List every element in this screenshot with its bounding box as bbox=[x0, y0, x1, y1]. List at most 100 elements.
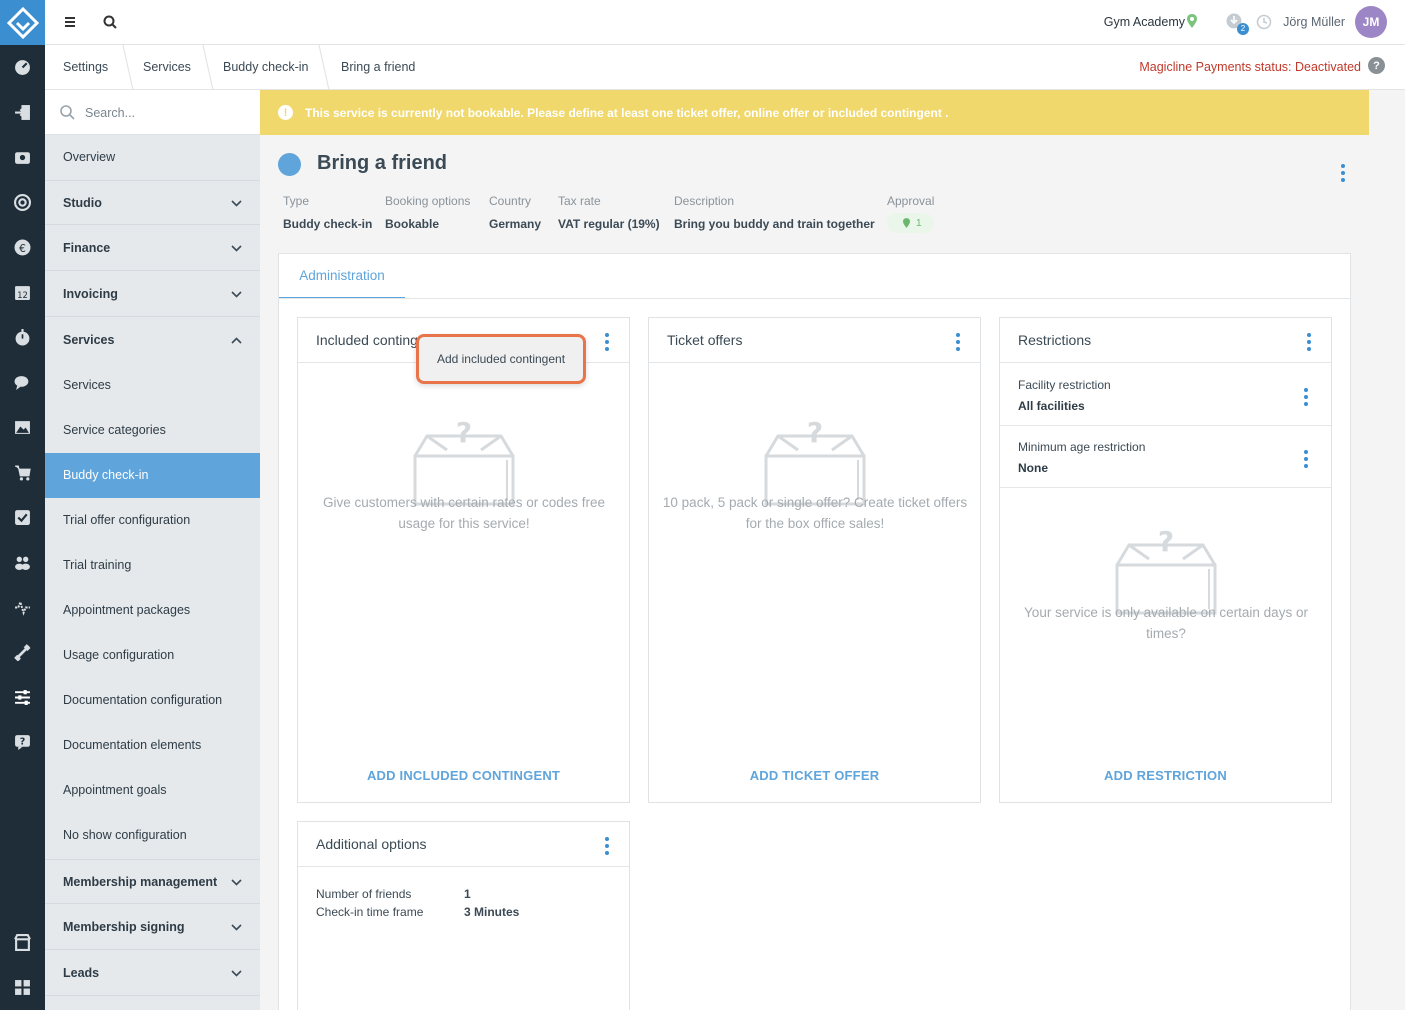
sidebar-section-membership-management[interactable]: Membership management bbox=[45, 859, 260, 904]
sidebar-section-finance[interactable]: Finance bbox=[45, 226, 260, 271]
breadcrumb-buddy-check-in[interactable]: Buddy check-in bbox=[223, 60, 308, 74]
app-icon-rail: € 12 ? bbox=[0, 0, 45, 1010]
meta-type: Type Buddy check-in bbox=[283, 194, 372, 231]
add-included-contingent-menu-item[interactable]: Add included contingent bbox=[416, 334, 586, 384]
sidebar-section-membership-signing[interactable]: Membership signing bbox=[45, 905, 260, 950]
sidebar-item-appointment-goals[interactable]: Appointment goals bbox=[45, 768, 260, 813]
service-color-dot bbox=[278, 153, 301, 176]
chevron-down-icon bbox=[231, 924, 242, 931]
sidebar-search-input[interactable] bbox=[85, 102, 245, 124]
card-header: Restrictions bbox=[1000, 318, 1331, 363]
user-name[interactable]: Jörg Müller bbox=[1283, 15, 1345, 29]
shop-icon[interactable] bbox=[12, 932, 32, 952]
activity-icon[interactable] bbox=[12, 597, 32, 617]
additional-options-more-icon[interactable] bbox=[604, 837, 610, 855]
support-icon[interactable] bbox=[12, 192, 32, 212]
meta-label: Tax rate bbox=[558, 194, 601, 208]
location-pin-icon bbox=[1187, 14, 1197, 28]
breadcrumb-services[interactable]: Services bbox=[143, 60, 191, 74]
svg-text:12: 12 bbox=[17, 290, 28, 300]
svg-text:?: ? bbox=[19, 736, 25, 747]
approval-chip: 1 bbox=[887, 213, 934, 233]
sidebar-item-label: No show configuration bbox=[63, 828, 187, 842]
number-of-friends-row: Number of friends 1 bbox=[316, 887, 471, 901]
help-icon[interactable]: ? bbox=[1368, 57, 1385, 74]
additional-options-card: Additional options Number of friends 1 C… bbox=[297, 821, 630, 1010]
breadcrumb: Settings Services Buddy check-in Bring a… bbox=[45, 45, 1405, 90]
location-pin-icon bbox=[903, 218, 910, 228]
ticket-offers-card: Ticket offers ? 10 pack, 5 pack or singl… bbox=[648, 317, 981, 803]
sidebar-item-documentation-configuration[interactable]: Documentation configuration bbox=[45, 678, 260, 723]
sidebar-item-no-show-configuration[interactable]: No show configuration bbox=[45, 813, 260, 858]
settings-sliders-icon[interactable] bbox=[12, 687, 32, 707]
equipment-icon[interactable] bbox=[12, 642, 32, 662]
sidebar-item-label: Usage configuration bbox=[63, 648, 175, 662]
restrictions-more-icon[interactable] bbox=[1306, 333, 1312, 351]
menu-icon[interactable] bbox=[61, 13, 79, 31]
user-avatar[interactable]: JM bbox=[1355, 6, 1387, 38]
sidebar-item-appointment-packages[interactable]: Appointment packages bbox=[45, 588, 260, 633]
help-chat-icon[interactable]: ? bbox=[12, 732, 32, 752]
sidebar-section-invoicing[interactable]: Invoicing bbox=[45, 272, 260, 317]
add-ticket-offer-button[interactable]: ADD TICKET OFFER bbox=[649, 768, 980, 783]
apps-grid-icon[interactable] bbox=[12, 977, 32, 997]
tasks-icon[interactable] bbox=[12, 507, 32, 527]
minimum-age-restriction-more-icon[interactable] bbox=[1303, 450, 1309, 468]
sidebar-item-trial-offer-configuration[interactable]: Trial offer configuration bbox=[45, 498, 260, 543]
clock-icon[interactable] bbox=[1256, 14, 1272, 30]
tab-divider bbox=[279, 298, 1350, 299]
add-restriction-button[interactable]: ADD RESTRICTION bbox=[1000, 768, 1331, 783]
sidebar-section-studio[interactable]: Studio bbox=[45, 180, 260, 225]
sidebar-item-documentation-elements[interactable]: Documentation elements bbox=[45, 723, 260, 768]
chat-icon[interactable] bbox=[12, 372, 32, 392]
meta-tax-rate: Tax rate VAT regular (19%) bbox=[558, 194, 660, 231]
image-icon[interactable] bbox=[12, 417, 32, 437]
breadcrumb-separator bbox=[318, 45, 330, 90]
card-title: Additional options bbox=[316, 836, 427, 852]
empty-state-text: Your service is only available on certai… bbox=[1024, 605, 1308, 641]
restriction-value: All facilities bbox=[1018, 399, 1085, 413]
dashboard-icon[interactable] bbox=[12, 57, 32, 77]
cart-icon[interactable] bbox=[12, 462, 32, 482]
app-logo-icon[interactable] bbox=[0, 0, 45, 45]
facility-restriction-more-icon[interactable] bbox=[1303, 388, 1309, 406]
included-contingent-more-icon[interactable] bbox=[604, 333, 610, 351]
sidebar-item-label: Trial training bbox=[63, 558, 132, 572]
meta-label: Booking options bbox=[385, 194, 471, 208]
check-in-time-frame-row: Check-in time frame 3 Minutes bbox=[316, 905, 519, 919]
notification-count-badge: 2 bbox=[1237, 23, 1249, 35]
sidebar-section-services[interactable]: Services bbox=[45, 318, 260, 363]
contacts-icon[interactable] bbox=[12, 147, 32, 167]
sidebar-section-leads[interactable]: Leads bbox=[45, 951, 260, 996]
studio-selector[interactable]: Gym Academy bbox=[1104, 15, 1185, 29]
minimum-age-restriction-row: Minimum age restriction None bbox=[1000, 426, 1331, 488]
tab-administration[interactable]: Administration bbox=[279, 254, 405, 299]
meta-booking-options: Booking options Bookable bbox=[385, 194, 470, 231]
svg-text:?: ? bbox=[1158, 529, 1174, 558]
ticket-offers-more-icon[interactable] bbox=[955, 333, 961, 351]
chevron-down-icon bbox=[231, 200, 242, 207]
sidebar-item-trial-training[interactable]: Trial training bbox=[45, 543, 260, 588]
euro-icon[interactable]: € bbox=[12, 237, 32, 257]
warning-text: This service is currently not bookable. … bbox=[305, 106, 949, 120]
sidebar-item-service-categories[interactable]: Service categories bbox=[45, 408, 260, 453]
timer-icon[interactable] bbox=[12, 327, 32, 347]
search-icon[interactable] bbox=[101, 13, 119, 31]
approval-count: 1 bbox=[916, 217, 922, 229]
sidebar-item-services[interactable]: Services bbox=[45, 363, 260, 408]
meta-description: Description Bring you buddy and train tog… bbox=[674, 194, 875, 231]
sidebar-item-label: Finance bbox=[63, 241, 111, 255]
members-icon[interactable] bbox=[12, 552, 32, 572]
payments-status-link[interactable]: Magicline Payments status: Deactivated bbox=[1139, 60, 1361, 74]
check-in-icon[interactable] bbox=[12, 102, 32, 122]
sidebar-item-overview[interactable]: Overview bbox=[45, 135, 260, 180]
service-more-options-icon[interactable] bbox=[1340, 164, 1346, 182]
breadcrumb-settings[interactable]: Settings bbox=[63, 60, 108, 74]
add-included-contingent-button[interactable]: ADD INCLUDED CONTINGENT bbox=[298, 768, 629, 783]
sidebar-item-usage-configuration[interactable]: Usage configuration bbox=[45, 633, 260, 678]
calendar-icon[interactable]: 12 bbox=[12, 282, 32, 302]
facility-restriction-row: Facility restriction All facilities bbox=[1000, 364, 1331, 426]
meta-value: Germany bbox=[489, 217, 542, 231]
sidebar-item-buddy-check-in[interactable]: Buddy check-in bbox=[45, 453, 260, 498]
sidebar-item-label: Service categories bbox=[63, 423, 166, 437]
